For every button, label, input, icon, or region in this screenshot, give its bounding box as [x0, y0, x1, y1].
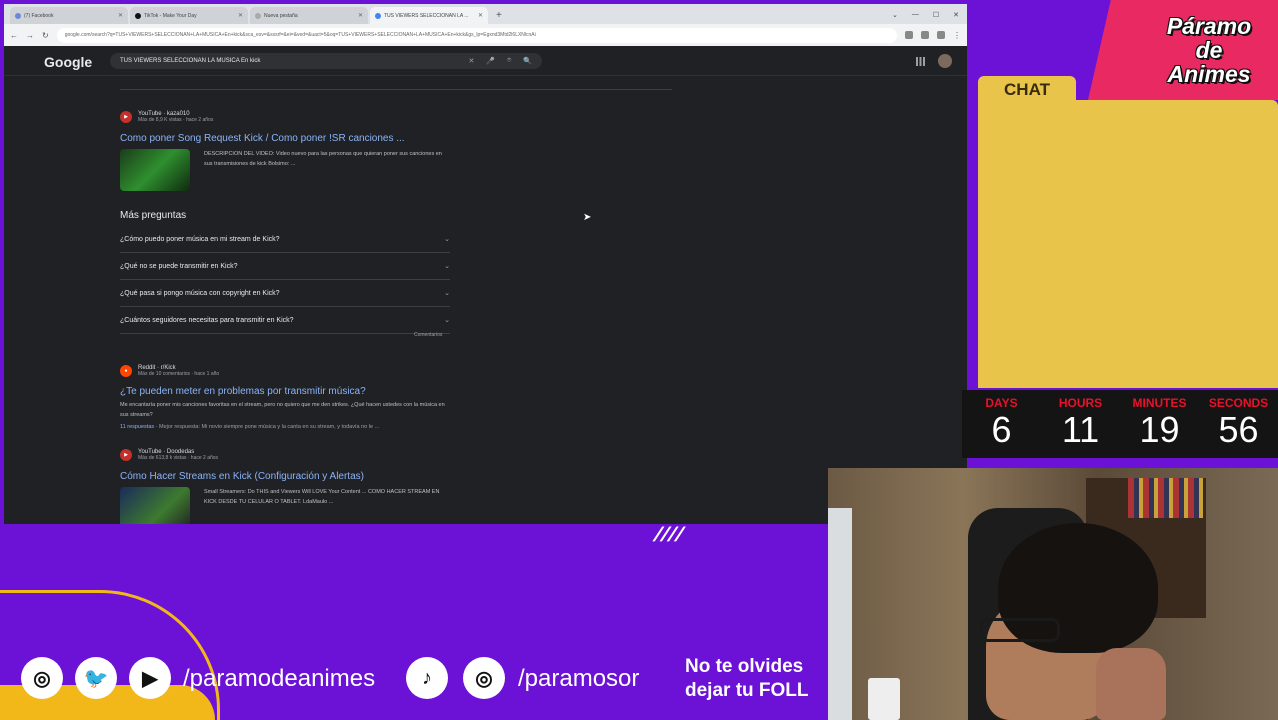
close-tab-icon[interactable]: ✕ [118, 12, 123, 19]
countdown-minutes: MINUTES 19 [1132, 396, 1187, 450]
social-handle-secondary: /paramosor [518, 665, 640, 692]
brand-logo: Páramo de Animes [1166, 13, 1252, 87]
tab-google-search[interactable]: TUS VIEWERS SELECCIONAN LA ... ✕ [370, 7, 488, 24]
question-item[interactable]: ¿Cómo puedo poner música en mi stream de… [120, 226, 450, 253]
countdown-days: DAYS 6 [985, 396, 1018, 450]
countdown-timer: DAYS 6 HOURS 11 MINUTES 19 SECONDS 56 [962, 390, 1278, 458]
tab-tiktok[interactable]: TikTok - Make Your Day ✕ [130, 7, 248, 24]
address-bar[interactable]: google.com/search?q=TUS+VIEWERS+SELECCIO… [56, 27, 897, 43]
tab-search-button[interactable]: ⌄ [892, 11, 898, 19]
close-window-button[interactable]: ✕ [953, 11, 959, 19]
new-tab-button[interactable]: + [490, 10, 508, 24]
mic-icon[interactable]: 🎤 [486, 57, 495, 65]
profile-icon[interactable] [937, 31, 945, 39]
follow-reminder: No te olvides dejar tu FOLL [685, 656, 809, 701]
lens-icon[interactable]: ⌾ [507, 57, 511, 65]
search-query: TUS VIEWERS SELECCIONAN LA MUSICA En kic… [120, 58, 261, 64]
reload-button[interactable]: ↻ [42, 31, 49, 40]
cup-shape [868, 678, 900, 720]
video-thumbnail[interactable] [120, 149, 190, 191]
tiktok-icon: ♪ [406, 657, 448, 699]
result-title-link[interactable]: Como poner Song Request Kick / Como pone… [120, 133, 405, 144]
webcam-feed [828, 468, 1278, 720]
menu-kebab-icon[interactable]: ⋮ [953, 31, 961, 40]
tab-facebook[interactable]: (7) Facebook ✕ [10, 7, 128, 24]
feedback-link[interactable]: Comentarios [414, 332, 442, 338]
monitor-shape [828, 508, 852, 720]
youtube-icon: ▶ [120, 449, 132, 461]
google-logo[interactable]: Google [44, 54, 92, 70]
tiktok-icon [135, 12, 141, 19]
books-shape [1128, 478, 1203, 518]
maximize-button[interactable]: ☐ [933, 11, 939, 19]
result-snippet: Small Streamers: Do THIS and Viewers Wil… [204, 489, 440, 505]
extension-icon[interactable] [905, 31, 913, 39]
divider [120, 89, 672, 90]
close-tab-icon[interactable]: ✕ [478, 12, 483, 19]
result-source[interactable]: ▶ YouTube · kaza010 Más de 8,9 K vistas ·… [120, 111, 213, 123]
google-header: Google TUS VIEWERS SELECCIONAN LA MUSICA… [4, 46, 967, 76]
mouse-cursor-icon: ➤ [583, 212, 592, 223]
search-results: ▶ YouTube · kaza010 Más de 8,9 K vistas ·… [4, 77, 967, 524]
close-tab-icon[interactable]: ✕ [358, 12, 363, 19]
streamer-hand [1096, 648, 1166, 720]
google-icon [375, 12, 381, 19]
question-item[interactable]: ¿Cuántos seguidores necesitas para trans… [120, 307, 450, 334]
result-source[interactable]: ▶ YouTube · Doodedas Más de 613,8 k vista… [120, 449, 218, 461]
search-icon[interactable]: 🔍 [523, 57, 532, 65]
question-item[interactable]: ¿Qué pasa si pongo música con copyright … [120, 280, 450, 307]
apps-grid-icon[interactable] [916, 57, 925, 66]
social-handle-main: /paramodeanimes [183, 665, 376, 692]
instagram-icon: ◎ [21, 657, 63, 699]
instagram-icon: ◎ [463, 657, 505, 699]
extensions-puzzle-icon[interactable] [921, 31, 929, 39]
reddit-icon: ● [120, 365, 132, 377]
decorative-slashes: / / / / [650, 524, 686, 546]
countdown-hours: HOURS 11 [1058, 396, 1103, 450]
browser-toolbar: ← → ↻ google.com/search?q=TUS+VIEWERS+SE… [4, 24, 967, 46]
glasses-shape [980, 618, 1060, 642]
minimize-button[interactable]: — [912, 11, 919, 19]
close-tab-icon[interactable]: ✕ [238, 12, 243, 19]
tab-strip: (7) Facebook ✕ TikTok - Make Your Day ✕ Nu… [4, 4, 967, 24]
countdown-seconds: SECONDS 56 [1208, 396, 1269, 450]
chat-panel [978, 100, 1278, 388]
chevron-down-icon: ⌄ [444, 263, 450, 270]
search-input[interactable]: TUS VIEWERS SELECCIONAN LA MUSICA En kic… [110, 53, 542, 69]
chevron-down-icon: ⌄ [444, 236, 450, 243]
avatar[interactable] [938, 54, 952, 68]
chevron-down-icon: ⌄ [444, 290, 450, 297]
tab-new[interactable]: Nueva pestaña ✕ [250, 7, 368, 24]
result-source[interactable]: ● Reddit · r/Kick Más de 10 comentarios ·… [120, 365, 219, 377]
browser-window: (7) Facebook ✕ TikTok - Make Your Day ✕ Nu… [4, 4, 967, 524]
clear-icon[interactable]: ✕ [468, 57, 474, 65]
more-questions-title: Más preguntas [120, 210, 187, 221]
back-button[interactable]: ← [10, 31, 18, 40]
video-thumbnail[interactable] [120, 487, 190, 524]
question-item[interactable]: ¿Qué no se puede transmitir en Kick? ⌄ [120, 253, 450, 280]
forward-button[interactable]: → [26, 31, 34, 40]
window-controls: ⌄ — ☐ ✕ [884, 11, 967, 24]
youtube-icon: ▶ [129, 657, 171, 699]
result-title-link[interactable]: Cómo Hacer Streams en Kick (Configuració… [120, 471, 364, 482]
twitter-icon: 🐦 [75, 657, 117, 699]
page-icon [255, 12, 261, 19]
result-snippet: DESCRIPCION DEL VIDEO: Video nuevo para … [204, 151, 442, 167]
answers-row[interactable]: 11 respuestas · Mejor respuesta: Mi novi… [120, 424, 379, 430]
result-snippet: Me encantaría poner mis canciones favori… [120, 402, 445, 418]
chevron-down-icon: ⌄ [444, 317, 450, 324]
youtube-icon: ▶ [120, 111, 132, 123]
result-title-link[interactable]: ¿Te pueden meter en problemas por transm… [120, 386, 366, 397]
facebook-icon [15, 12, 21, 19]
